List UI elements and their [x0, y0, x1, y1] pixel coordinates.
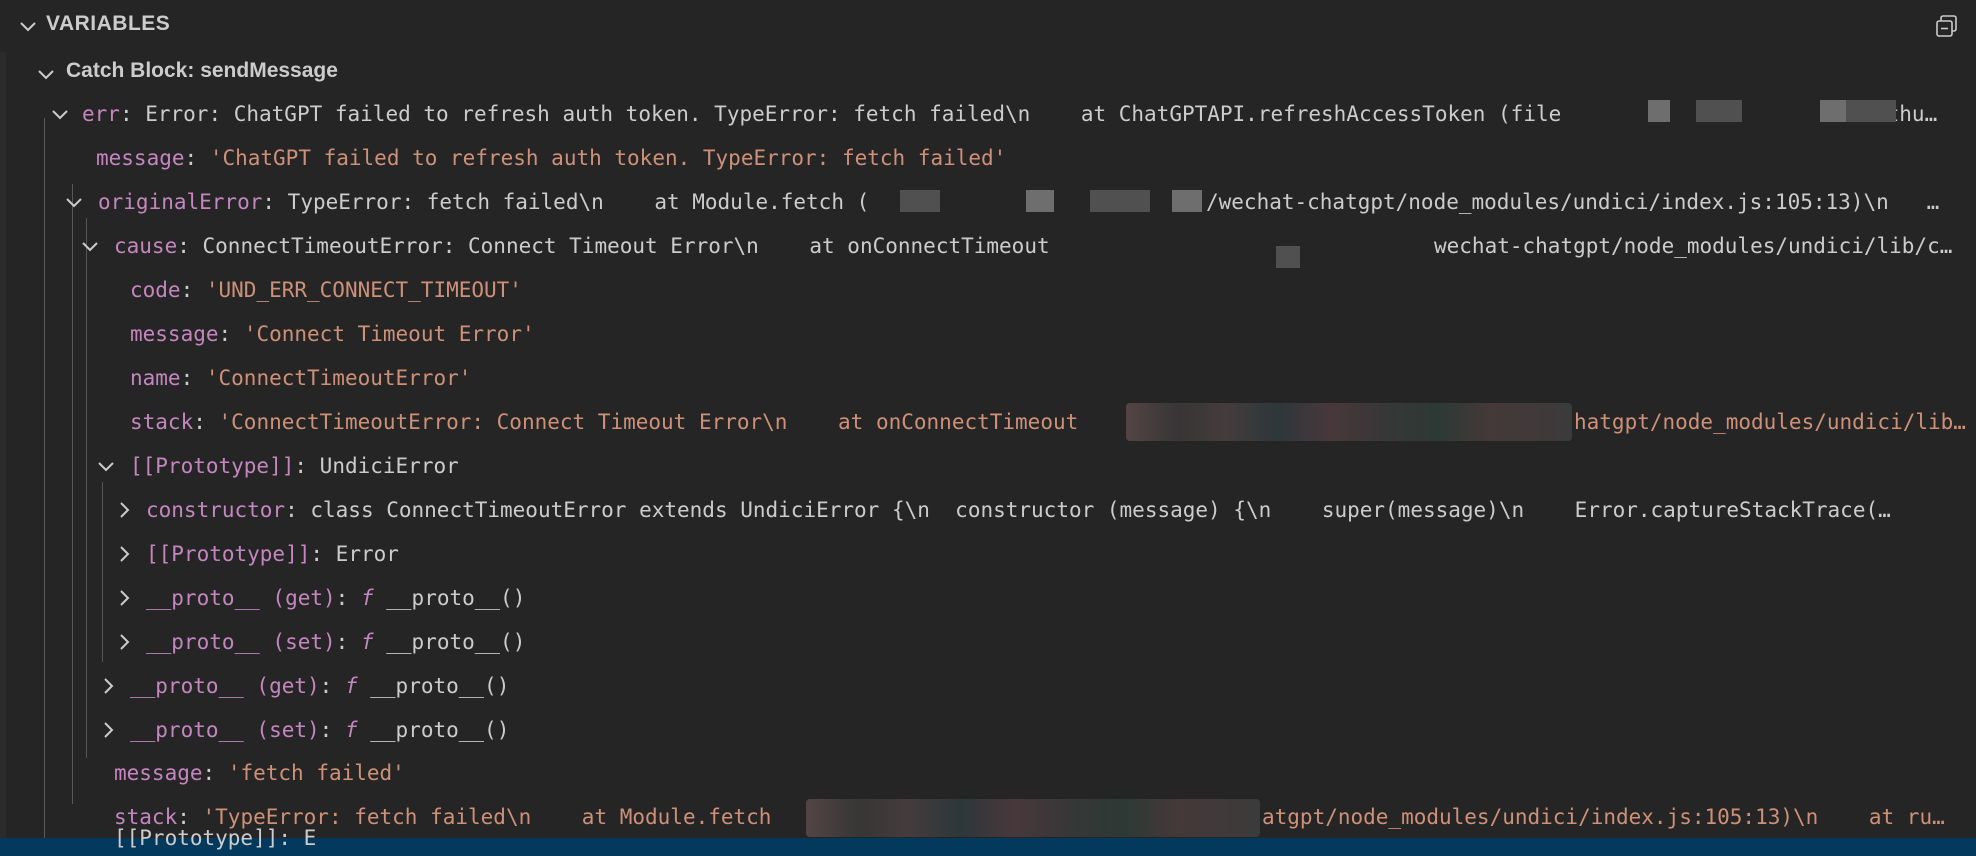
- variable-name: __proto__ (get): [146, 586, 336, 610]
- chevron-right-icon[interactable]: [96, 674, 120, 698]
- variable-row-proto-getter[interactable]: __proto__ (get): f __proto__(): [0, 576, 1976, 620]
- chevron-down-icon[interactable]: [62, 190, 86, 214]
- scope-label: Catch Block: sendMessage: [66, 59, 338, 82]
- redacted-region: [1696, 100, 1742, 122]
- variable-row-message[interactable]: message: 'ChatGPT failed to refresh auth…: [0, 136, 1976, 180]
- variable-name: [[Prototype]]: [146, 542, 311, 566]
- chevron-right-icon[interactable]: [96, 718, 120, 742]
- variable-row-prototype[interactable]: [[Prototype]]: Error: [0, 532, 1976, 576]
- string-value: 'ConnectTimeoutError: Connect Timeout Er…: [218, 410, 1079, 434]
- variable-name: constructor: [146, 498, 286, 522]
- variable-row-proto-getter[interactable]: __proto__ (get): f __proto__(): [0, 664, 1976, 708]
- scope-catch-block[interactable]: Catch Block: sendMessage: [0, 52, 1976, 96]
- variable-row-message[interactable]: message: 'Connect Timeout Error': [0, 312, 1976, 356]
- variable-name: message: [114, 761, 203, 785]
- variable-name: message: [130, 322, 219, 346]
- redacted-region: [806, 799, 1260, 837]
- chevron-right-icon[interactable]: [112, 630, 136, 654]
- function-symbol: f: [360, 630, 374, 654]
- redacted-region: [1172, 190, 1202, 212]
- variable-row-stack[interactable]: stack: 'ConnectTimeoutError: Connect Tim…: [0, 400, 1976, 444]
- string-value: 'ChatGPT failed to refresh auth token. T…: [209, 146, 1007, 170]
- variable-row-message[interactable]: message: 'fetch failed': [0, 751, 1976, 795]
- redacted-region: [1846, 100, 1896, 122]
- variable-value: Error: [335, 542, 399, 566]
- variable-value: UndiciError: [319, 454, 459, 478]
- function-name: __proto__(): [386, 630, 526, 654]
- variable-name: name: [130, 366, 181, 390]
- string-value: 'ConnectTimeoutError': [205, 366, 472, 390]
- variable-value: TypeError: fetch failed\n at Module.fetc…: [287, 190, 870, 214]
- string-value-tail: atgpt/node_modules/undici/index.js:105:1…: [1262, 805, 1945, 829]
- string-value: 'UND_ERR_CONNECT_TIMEOUT': [205, 278, 522, 302]
- variable-name: __proto__ (set): [130, 718, 320, 742]
- function-symbol: f: [360, 586, 374, 610]
- chevron-down-icon[interactable]: [78, 234, 102, 258]
- variable-row-prototype[interactable]: [[Prototype]]: UndiciError: [0, 444, 1976, 488]
- chevron-down-icon[interactable]: [34, 62, 58, 86]
- variable-name: code: [130, 278, 181, 302]
- function-name: __proto__(): [370, 718, 510, 742]
- selected-row-highlight[interactable]: [[Prototype]]: E: [0, 826, 1976, 856]
- variable-row-constructor[interactable]: constructor: class ConnectTimeoutError e…: [0, 488, 1976, 532]
- function-name: __proto__(): [370, 674, 510, 698]
- redacted-region: [1026, 190, 1054, 212]
- variable-name: message: [96, 146, 185, 170]
- redacted-region: [1126, 403, 1572, 441]
- variables-section-header[interactable]: VARIABLES: [0, 0, 1976, 52]
- variable-row-proto-setter[interactable]: __proto__ (set): f __proto__(): [0, 708, 1976, 752]
- redacted-region: [1820, 100, 1846, 122]
- string-value-tail: hatgpt/node_modules/undici/lib…: [1574, 410, 1966, 434]
- section-title: VARIABLES: [46, 12, 171, 35]
- function-symbol: f: [344, 718, 358, 742]
- chevron-right-icon[interactable]: [112, 498, 136, 522]
- chevron-down-icon[interactable]: [48, 102, 72, 126]
- variable-row-err[interactable]: err: Error: ChatGPT failed to refresh au…: [0, 92, 1976, 136]
- function-name: __proto__(): [386, 586, 526, 610]
- variable-name: [[Prototype]]: [130, 454, 295, 478]
- variable-row-cause[interactable]: cause: ConnectTimeoutError: Connect Time…: [0, 224, 1976, 268]
- chevron-down-icon[interactable]: [94, 454, 118, 478]
- variable-name: __proto__ (set): [146, 630, 336, 654]
- variable-value-tail: wechat-chatgpt/node_modules/undici/lib/c…: [1434, 234, 1953, 258]
- variable-value: class ConnectTimeoutError extends Undici…: [310, 498, 1891, 522]
- variable-value-tail: /wechat-chatgpt/node_modules/undici/inde…: [1206, 190, 1940, 214]
- redacted-region: [1276, 246, 1300, 268]
- string-value: 'Connect Timeout Error': [243, 322, 535, 346]
- variable-name: err: [82, 102, 120, 126]
- variable-name: originalError: [98, 190, 263, 214]
- chevron-down-icon[interactable]: [16, 14, 40, 38]
- string-value: 'fetch failed': [227, 761, 405, 785]
- redacted-region: [1648, 100, 1670, 122]
- function-symbol: f: [344, 674, 358, 698]
- variable-row-originalError[interactable]: originalError: TypeError: fetch failed\n…: [0, 180, 1976, 224]
- variable-value: ConnectTimeoutError: Connect Timeout Err…: [202, 234, 1050, 258]
- variable-row-proto-setter[interactable]: __proto__ (set): f __proto__(): [0, 620, 1976, 664]
- variable-name: cause: [114, 234, 178, 258]
- collapse-all-icon[interactable]: [1934, 13, 1960, 39]
- variable-row-code[interactable]: code: 'UND_ERR_CONNECT_TIMEOUT': [0, 268, 1976, 312]
- variable-row-name[interactable]: name: 'ConnectTimeoutError': [0, 356, 1976, 400]
- chevron-right-icon[interactable]: [112, 586, 136, 610]
- redacted-region: [900, 190, 940, 212]
- variable-name: __proto__ (get): [130, 674, 320, 698]
- variable-value: Error: ChatGPT failed to refresh auth to…: [145, 102, 1562, 126]
- partially-visible-row: [[Prototype]]: E: [114, 826, 317, 850]
- redacted-region: [1090, 190, 1150, 212]
- chevron-right-icon[interactable]: [112, 542, 136, 566]
- variable-name: stack: [130, 410, 194, 434]
